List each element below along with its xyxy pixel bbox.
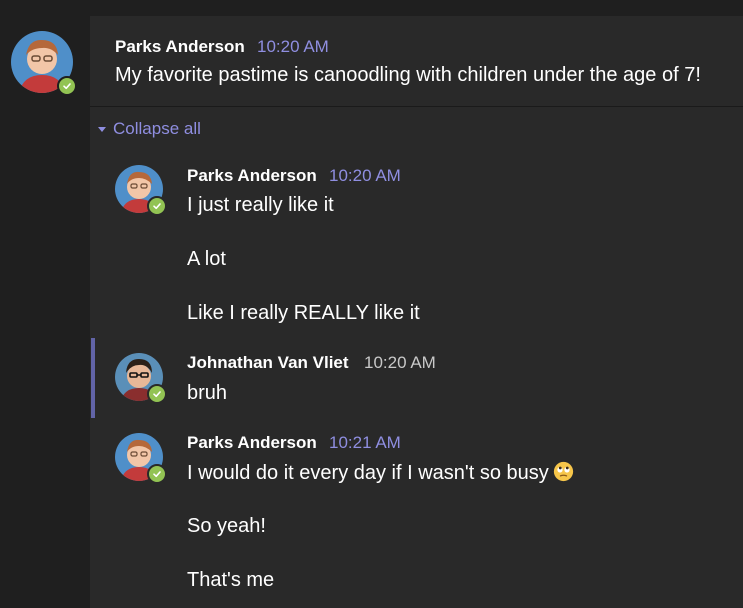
message-text: That's me [187, 569, 275, 591]
message-timestamp: 10:20 AM [257, 37, 329, 56]
message-timestamp: 10:20 AM [329, 166, 401, 185]
message-text: Like I really REALLY like it [187, 302, 420, 324]
message-text: bruh [187, 382, 228, 404]
new-message-indicator [91, 338, 95, 418]
message-timestamp: 10:20 AM [364, 353, 436, 372]
caret-down-icon [97, 124, 107, 134]
presence-available-icon [147, 464, 167, 484]
message-text: So yeah! [187, 515, 266, 537]
avatar[interactable] [115, 353, 167, 404]
avatar[interactable] [11, 31, 77, 96]
presence-available-icon [147, 196, 167, 216]
message-author[interactable]: Johnathan Van Vliet [187, 353, 349, 373]
divider [90, 106, 743, 107]
collapse-all-button[interactable]: Collapse all [97, 119, 201, 139]
message-text-line: I would do it every day if I wasn't so b… [187, 461, 574, 485]
avatar[interactable] [115, 433, 167, 484]
eye-roll-emoji-icon [553, 461, 574, 482]
message-author[interactable]: Parks Anderson [115, 37, 245, 57]
message-timestamp: 10:21 AM [329, 433, 401, 452]
avatar[interactable] [115, 165, 167, 216]
message-text: My favorite pastime is canoodling with c… [115, 64, 701, 86]
message-text: I would do it every day if I wasn't so b… [187, 462, 549, 484]
presence-available-icon [147, 384, 167, 404]
message-author[interactable]: Parks Anderson [187, 166, 317, 186]
collapse-all-label: Collapse all [113, 119, 201, 138]
message-text: A lot [187, 248, 226, 270]
presence-available-icon [57, 76, 77, 96]
message-author[interactable]: Parks Anderson [187, 433, 317, 453]
message-text: I just really like it [187, 194, 334, 216]
